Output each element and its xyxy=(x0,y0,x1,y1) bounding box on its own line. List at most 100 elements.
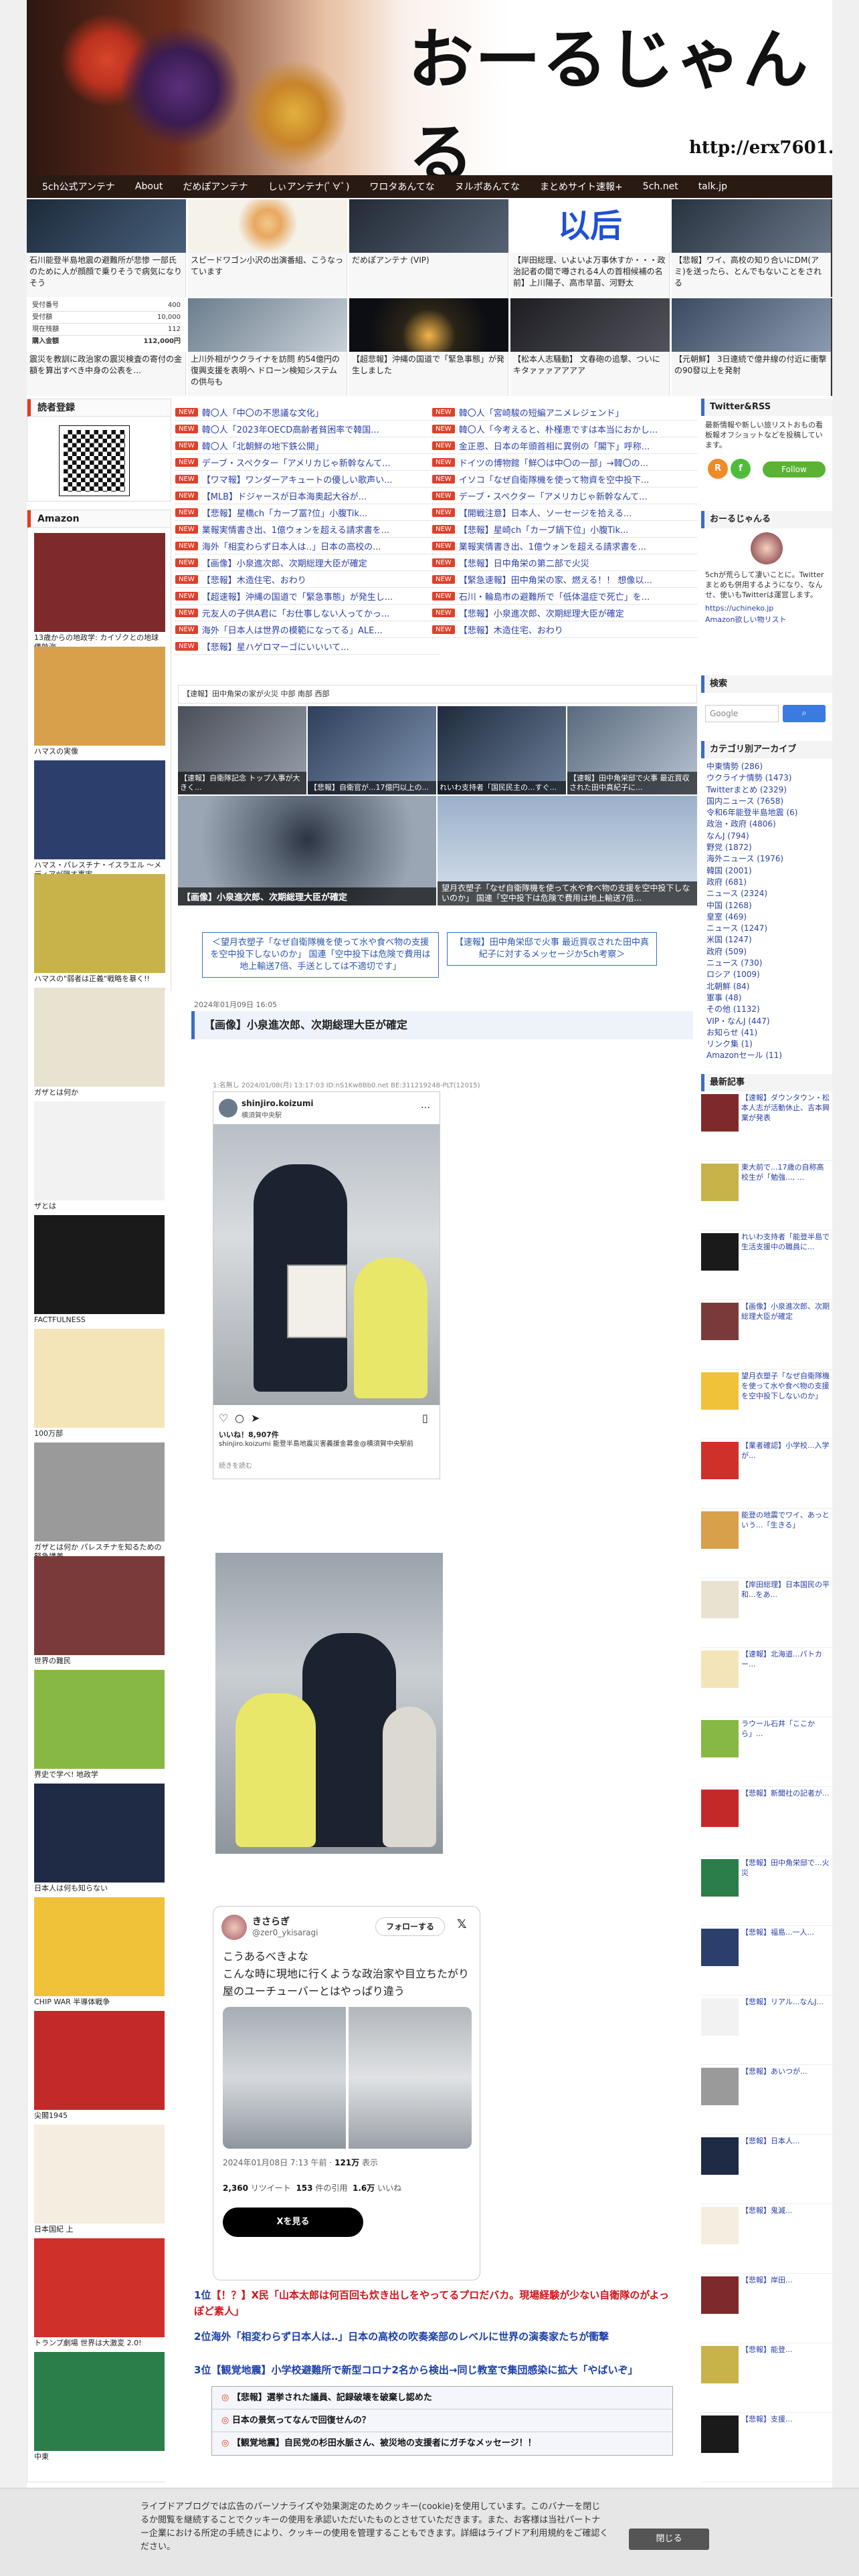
headline-link[interactable]: NEW 【悲報】星橋ch「カーブ冨?位」小腹Tik... xyxy=(175,504,440,521)
nav-item[interactable]: しぃアンテナ(ﾟ∀ﾟ) xyxy=(258,180,360,193)
category-link[interactable]: リンク集 (1) xyxy=(701,1039,832,1050)
category-link[interactable]: ニュース (2324) xyxy=(701,888,832,899)
x-logo-icon[interactable]: 𝕏 xyxy=(457,1917,467,1931)
headline-text[interactable]: 金正恩、日本の年頭首相に異例の「閣下」呼称... xyxy=(459,439,650,452)
thumb-card[interactable]: 受付番号 400 受付額 10,000 現在残額 112 購入金額 112,000円 震… xyxy=(27,298,186,396)
recent-post[interactable]: 【岸田総理】日本国民の平和...をあ... xyxy=(701,1578,832,1648)
follow-button[interactable]: Follow xyxy=(763,461,826,477)
book-item[interactable]: 13歳からの地政学: カイゾクとの地球儀航海 xyxy=(34,533,165,652)
recent-post[interactable]: ラウール石井「ここから」... xyxy=(701,1717,832,1787)
nav-item[interactable]: だめぽアンテナ xyxy=(173,180,258,193)
card-caption[interactable]: 【画像】小泉進次郎、次期総理大臣が確定 xyxy=(178,887,436,905)
recent-post[interactable]: 【速報】ダウンタウン・松本人志が活動休止、吉本興業が発表 xyxy=(701,1091,832,1161)
headline-link[interactable]: NEW 【悲報】木造住宅、おわり xyxy=(175,571,440,588)
bookmark-icon[interactable]: ▯ xyxy=(422,1412,428,1424)
category-link[interactable]: 令和6年能登半島地震 (6) xyxy=(701,807,832,819)
heart-icon[interactable]: ♡ xyxy=(219,1412,228,1424)
category-link[interactable]: その他 (1132) xyxy=(701,1004,832,1015)
recent-post[interactable]: 【悲報】鬼滅... xyxy=(701,2204,832,2274)
headline-text[interactable]: 【緊急速報】田中角栄の家、燃える！！ 想像以... xyxy=(459,573,652,586)
instagram-embed[interactable]: shinjiro.koizumi 横須賀中央駅 … ♡ ○ ➤ ▯ いいね！8,… xyxy=(213,1091,440,1479)
category-link[interactable]: 野党 (1872) xyxy=(701,842,832,853)
category-link[interactable]: 政治・政府 (4806) xyxy=(701,819,832,830)
recent-thumb[interactable] xyxy=(701,1720,739,1757)
more-icon[interactable]: … xyxy=(421,1100,430,1111)
recent-thumb[interactable] xyxy=(701,1929,739,1966)
recent-post[interactable]: 【業者確認】小学校...入学が... xyxy=(701,1439,832,1509)
recent-thumb[interactable] xyxy=(701,1511,739,1549)
headline-text[interactable]: 韓〇人「北朝鮮の地下鉄公開」 xyxy=(202,439,324,452)
book-item[interactable]: ハマス・パレスチナ・イスラエル ～メディアが隠す事実 xyxy=(34,760,165,879)
book-cover[interactable] xyxy=(34,874,165,974)
headline-text[interactable]: 【悲報】星ハゲロマーゴにいいいて... xyxy=(202,640,349,653)
book-cover[interactable] xyxy=(34,533,165,633)
headline-text[interactable]: 韓〇人「宮崎駿の短編アニメレジェンド」 xyxy=(459,406,624,419)
headline-text[interactable]: ドイツの博物館「鮮〇は中〇の一部」→韓〇の... xyxy=(459,456,648,469)
banner-caption[interactable]: 【速報】田中角栄の家が火災 中部 南部 西部 xyxy=(179,685,696,703)
card-caption[interactable]: れいわ支持者「国民民主の...すぐ... xyxy=(438,781,566,794)
recent-thumb[interactable] xyxy=(701,2207,739,2244)
headline-text[interactable]: 【MLB】ドジャースが日本海奥起大谷が... xyxy=(202,490,367,502)
category-link[interactable]: 皇室 (469) xyxy=(701,911,832,923)
headline-text[interactable]: 韓〇人「今考えると、朴槿恵ですは本当におかし... xyxy=(459,423,658,435)
headline-link[interactable]: NEW 金正恩、日本の年頭首相に異例の「閣下」呼称... xyxy=(432,437,697,454)
book-title[interactable]: 日本人は何も知らない xyxy=(34,1884,165,1893)
book-item[interactable]: トランプ劇場 世界は大激変 2.0! xyxy=(34,2238,165,2348)
headline-link[interactable]: NEW イソコ「なぜ自衛隊機を使って物資を空中投下... xyxy=(432,471,697,488)
promo-banner[interactable]: 【速報】田中角栄の家が火災 中部 南部 西部 xyxy=(178,685,697,704)
rank-item[interactable]: 2位海外「相変わらず日本人は‥」日本の高校の吹奏楽部のレベルに世界の演奏家たちが… xyxy=(194,2329,676,2345)
category-link[interactable]: ニュース (730) xyxy=(701,958,832,969)
headline-link[interactable]: NEW 【画像】小泉進次郎、次期総理大臣が確定 xyxy=(175,554,440,571)
category-link[interactable]: Amazonセール (11) xyxy=(701,1050,832,1061)
book-cover[interactable] xyxy=(34,1442,165,1543)
card-caption[interactable]: 【速報】田中角栄邸で火事 最近買収された田中真紀子に... xyxy=(567,772,697,794)
comment-icon[interactable]: ○ xyxy=(235,1412,244,1424)
book-item[interactable]: FACTFULNESS xyxy=(34,1215,165,1325)
headline-text[interactable]: 韓〇人「中〇の不思議な文化」 xyxy=(202,406,324,419)
category-link[interactable]: 韓国 (2001) xyxy=(701,865,832,877)
book-title[interactable]: ザとは xyxy=(34,1202,165,1211)
recent-title[interactable]: れいわ支持者「能登半島で生活支援中の職員に... xyxy=(741,1232,831,1297)
thumb-caption[interactable]: 【松本人志騒動】 文春砲の追撃、ついにキタァァァアアアア xyxy=(510,352,670,396)
book-item[interactable]: ガザとは何か パレスチナを知るための緊急講義 xyxy=(34,1442,165,1562)
book-title[interactable]: 日本国紀 上 xyxy=(34,2225,165,2234)
headline-link[interactable]: NEW 韓〇人「中〇の不思議な文化」 xyxy=(175,404,440,421)
rank-item[interactable]: 1位【！？】X民「山本太郎は何百回も炊き出しをやってるプロだバカ。現場経験が少な… xyxy=(194,2287,676,2319)
thumb-card[interactable]: だめぽアンテナ (VIP) xyxy=(349,199,508,297)
nav-item[interactable]: About xyxy=(125,181,173,192)
small-card[interactable]: 【速報】自衛隊記念 トップ人事が大きく... xyxy=(178,706,306,794)
headline-link[interactable]: NEW 業報実情書き出、1億ウォンを超える請求書を... xyxy=(175,521,440,538)
book-cover[interactable] xyxy=(34,2352,165,2452)
recent-title[interactable]: 【岸田総理】日本国民の平和...をあ... xyxy=(741,1580,831,1645)
book-item[interactable]: ザとは xyxy=(34,1101,165,1211)
book-title[interactable]: 世界の難民 xyxy=(34,1656,165,1666)
ig-photo[interactable] xyxy=(213,1124,440,1405)
book-cover[interactable] xyxy=(34,988,165,1088)
thumb-caption[interactable]: だめぽアンテナ (VIP) xyxy=(349,253,508,297)
category-link[interactable]: ロシア (1009) xyxy=(701,969,832,980)
nav-item[interactable]: まとめサイト速報+ xyxy=(530,180,633,193)
recent-post[interactable]: 【悲報】日本人... xyxy=(701,2135,832,2204)
headline-link[interactable]: NEW 業報実情書き出、1億ウォンを超える請求書を... xyxy=(432,538,697,554)
thumb-card[interactable]: スピードワゴン小沢の出演番組、こうなっています xyxy=(188,199,347,297)
recent-post[interactable]: 東大前で...17歳の自称高校生が「勉強..., ... xyxy=(701,1161,832,1230)
book-item[interactable]: 中東 xyxy=(34,2352,165,2462)
big-card[interactable]: 【画像】小泉進次郎、次期総理大臣が確定 xyxy=(178,796,436,905)
recent-title[interactable]: 【速報】北海道...パトカー... xyxy=(741,1649,831,1715)
book-title[interactable]: 中東 xyxy=(34,2452,165,2462)
article-photo[interactable] xyxy=(215,1553,443,1854)
headline-text[interactable]: 業報実情書き出、1億ウォンを超える請求書を... xyxy=(202,523,389,536)
headline-link[interactable]: NEW デーブ・スペクター「アメリカじゃ新幹なんて... xyxy=(175,454,440,471)
small-card[interactable]: 【速報】田中角栄邸で火事 最近買収された田中真紀子に... xyxy=(567,706,697,794)
book-title[interactable]: 界史で学べ! 地政学 xyxy=(34,1770,165,1780)
recent-thumb[interactable] xyxy=(701,2068,739,2105)
headline-link[interactable]: NEW ドイツの博物館「鮮〇は中〇の一部」→韓〇の... xyxy=(432,454,697,471)
headline-text[interactable]: 業報実情書き出、1億ウォンを超える請求書を... xyxy=(459,540,646,552)
recent-thumb[interactable] xyxy=(701,1581,739,1618)
recent-title[interactable]: 【悲報】鬼滅... xyxy=(741,2206,831,2271)
headline-link[interactable]: NEW 【緊急速報】田中角栄の家、燃える！！ 想像以... xyxy=(432,571,697,588)
category-link[interactable]: なんJ (794) xyxy=(701,831,832,842)
search-input[interactable]: Google xyxy=(705,705,779,722)
category-link[interactable]: 米国 (1247) xyxy=(701,934,832,946)
book-title[interactable]: ハマスの"弱者は正義"戦略を暴く!! xyxy=(34,974,165,984)
